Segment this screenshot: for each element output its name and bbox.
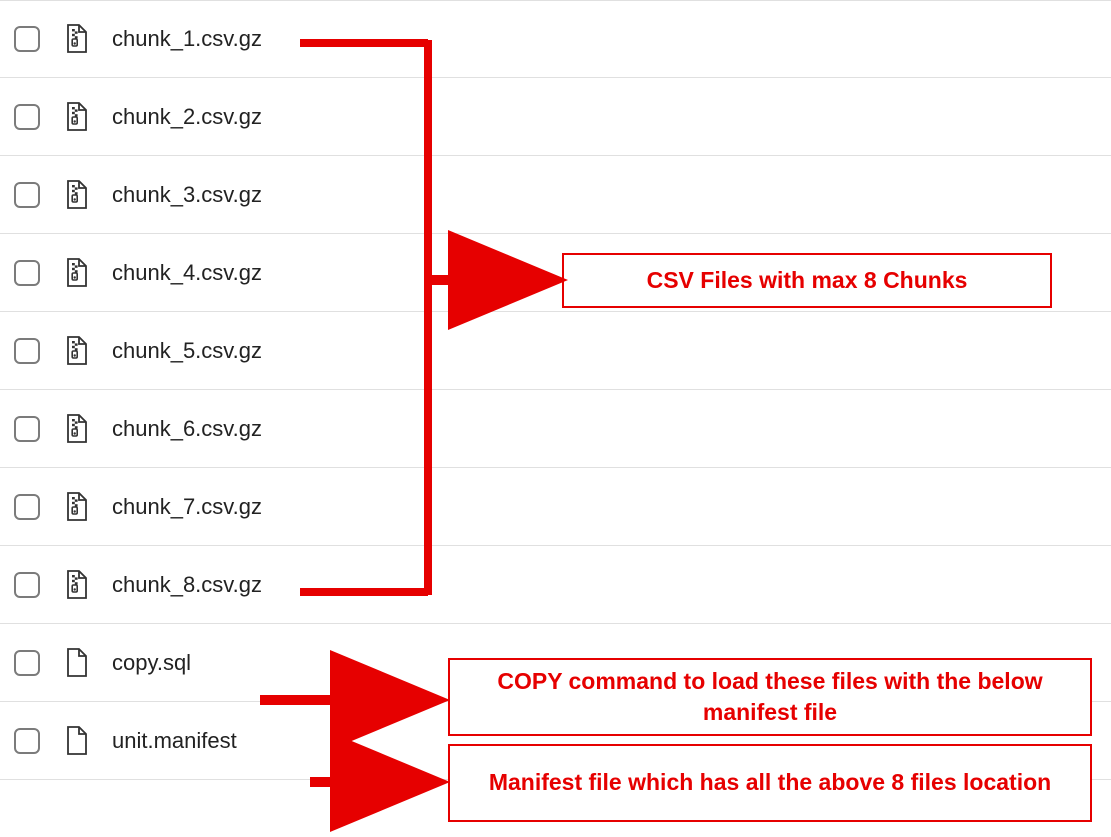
zip-file-icon — [40, 492, 112, 522]
file-row[interactable]: chunk_5.csv.gz — [0, 312, 1111, 390]
zip-file-icon — [40, 414, 112, 444]
checkbox[interactable] — [14, 494, 40, 520]
file-name-label[interactable]: chunk_2.csv.gz — [112, 104, 262, 130]
file-icon — [40, 726, 112, 756]
annotation-copy-command: COPY command to load these files with th… — [448, 658, 1092, 736]
file-icon — [40, 648, 112, 678]
checkbox[interactable] — [14, 104, 40, 130]
checkbox[interactable] — [14, 182, 40, 208]
zip-file-icon — [40, 336, 112, 366]
file-name-label[interactable]: chunk_3.csv.gz — [112, 182, 262, 208]
file-row[interactable]: chunk_1.csv.gz — [0, 0, 1111, 78]
zip-file-icon — [40, 570, 112, 600]
checkbox[interactable] — [14, 416, 40, 442]
file-row[interactable]: chunk_3.csv.gz — [0, 156, 1111, 234]
checkbox[interactable] — [14, 26, 40, 52]
file-name-label[interactable]: chunk_4.csv.gz — [112, 260, 262, 286]
checkbox[interactable] — [14, 338, 40, 364]
file-name-label[interactable]: chunk_6.csv.gz — [112, 416, 262, 442]
file-row[interactable]: chunk_8.csv.gz — [0, 546, 1111, 624]
file-row[interactable]: chunk_2.csv.gz — [0, 78, 1111, 156]
file-name-label[interactable]: copy.sql — [112, 650, 191, 676]
checkbox[interactable] — [14, 260, 40, 286]
file-row[interactable]: chunk_7.csv.gz — [0, 468, 1111, 546]
file-name-label[interactable]: chunk_7.csv.gz — [112, 494, 262, 520]
file-name-label[interactable]: chunk_1.csv.gz — [112, 26, 262, 52]
checkbox[interactable] — [14, 728, 40, 754]
file-name-label[interactable]: unit.manifest — [112, 728, 237, 754]
checkbox[interactable] — [14, 572, 40, 598]
zip-file-icon — [40, 24, 112, 54]
zip-file-icon — [40, 102, 112, 132]
file-name-label[interactable]: chunk_5.csv.gz — [112, 338, 262, 364]
checkbox[interactable] — [14, 650, 40, 676]
zip-file-icon — [40, 180, 112, 210]
file-row[interactable]: chunk_6.csv.gz — [0, 390, 1111, 468]
zip-file-icon — [40, 258, 112, 288]
file-name-label[interactable]: chunk_8.csv.gz — [112, 572, 262, 598]
annotation-manifest: Manifest file which has all the above 8 … — [448, 744, 1092, 822]
annotation-csv-chunks: CSV Files with max 8 Chunks — [562, 253, 1052, 308]
